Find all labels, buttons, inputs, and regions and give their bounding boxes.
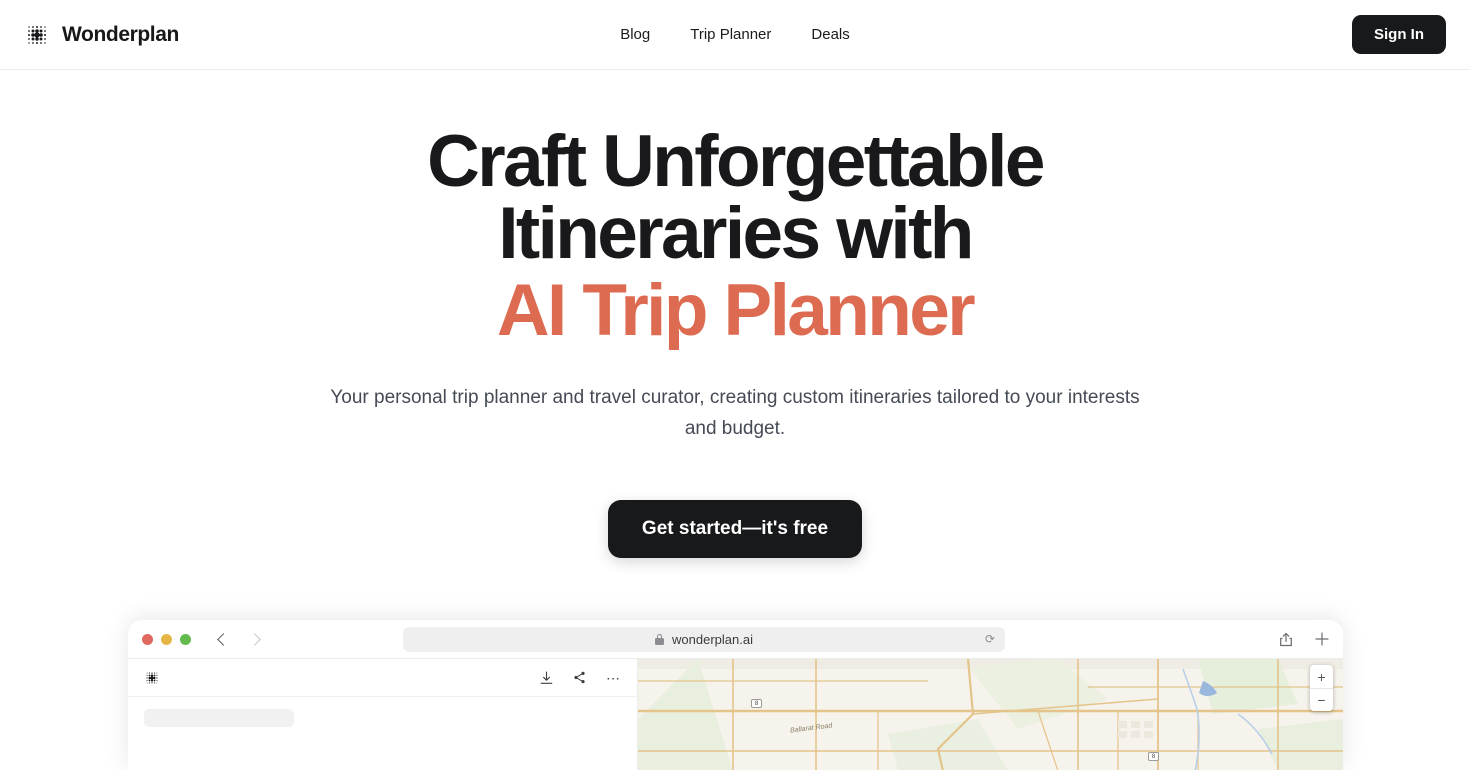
loading-placeholder: [144, 709, 294, 727]
window-controls: [142, 633, 191, 645]
lock-icon: [655, 633, 665, 645]
browser-actions: [1279, 632, 1329, 647]
get-started-button[interactable]: Get started—it's free: [607, 500, 863, 559]
hero-section: Craft Unforgettable Itineraries with AI …: [0, 70, 1470, 559]
highway-shield-icon: 8: [751, 699, 762, 708]
browser-mockup: wonderplan.ai ⟳ ⋯ Ballarat Road 8 8 + −: [128, 620, 1343, 770]
nav-item-deals[interactable]: Deals: [811, 26, 849, 43]
headline-line-1: Craft Unforgettable: [427, 121, 1045, 202]
itinerary-panel: ⋯: [128, 659, 638, 770]
nav-item-blog[interactable]: Blog: [620, 26, 650, 43]
panel-tool-icons: ⋯: [540, 671, 621, 685]
brand-name: Wonderplan: [62, 22, 179, 46]
map-tiles: [638, 659, 1343, 770]
chevron-left-icon[interactable]: [217, 632, 230, 646]
url-text: wonderplan.ai: [672, 631, 753, 647]
chevron-right-icon[interactable]: [248, 632, 261, 646]
minimize-window-button[interactable]: [161, 633, 172, 645]
dot-matrix-logo-icon: [28, 25, 46, 44]
hero-subtitle: Your personal trip planner and travel cu…: [330, 386, 1140, 439]
zoom-in-button[interactable]: +: [1310, 665, 1333, 688]
dot-matrix-logo-icon[interactable]: [144, 670, 160, 686]
app-toolbar: ⋯: [128, 659, 637, 697]
share-icon[interactable]: [1279, 632, 1293, 647]
headline-line-2: Itineraries with: [498, 193, 974, 275]
highway-shield-icon: 8: [1148, 752, 1159, 761]
close-window-button[interactable]: [142, 633, 153, 645]
map-zoom-controls: + −: [1310, 665, 1333, 711]
address-bar[interactable]: wonderplan.ai ⟳: [403, 626, 1005, 652]
main-nav: Blog Trip Planner Deals: [0, 26, 1470, 43]
page-title: Craft Unforgettable Itineraries with AI …: [0, 125, 1470, 351]
browser-chrome-bar: wonderplan.ai ⟳: [128, 620, 1343, 658]
maximize-window-button[interactable]: [180, 633, 191, 645]
panel-body: [128, 697, 637, 739]
cta-container: Get started—it's free: [0, 500, 1470, 559]
headline-line-3-accent: AI Trip Planner: [496, 269, 976, 351]
map-view[interactable]: Ballarat Road 8 8 + −: [638, 659, 1343, 770]
plus-icon[interactable]: [1315, 632, 1329, 646]
download-icon[interactable]: [540, 670, 553, 685]
reload-icon[interactable]: ⟳: [985, 632, 995, 646]
share-nodes-icon[interactable]: [573, 671, 586, 684]
browser-navigation: [217, 632, 261, 646]
sign-in-button[interactable]: Sign In: [1352, 15, 1446, 54]
app-viewport: ⋯ Ballarat Road 8 8 + −: [128, 658, 1343, 770]
brand[interactable]: Wonderplan: [24, 22, 179, 48]
nav-item-trip-planner[interactable]: Trip Planner: [690, 26, 771, 43]
zoom-out-button[interactable]: −: [1310, 688, 1333, 711]
site-header: Wonderplan Blog Trip Planner Deals Sign …: [0, 0, 1470, 70]
